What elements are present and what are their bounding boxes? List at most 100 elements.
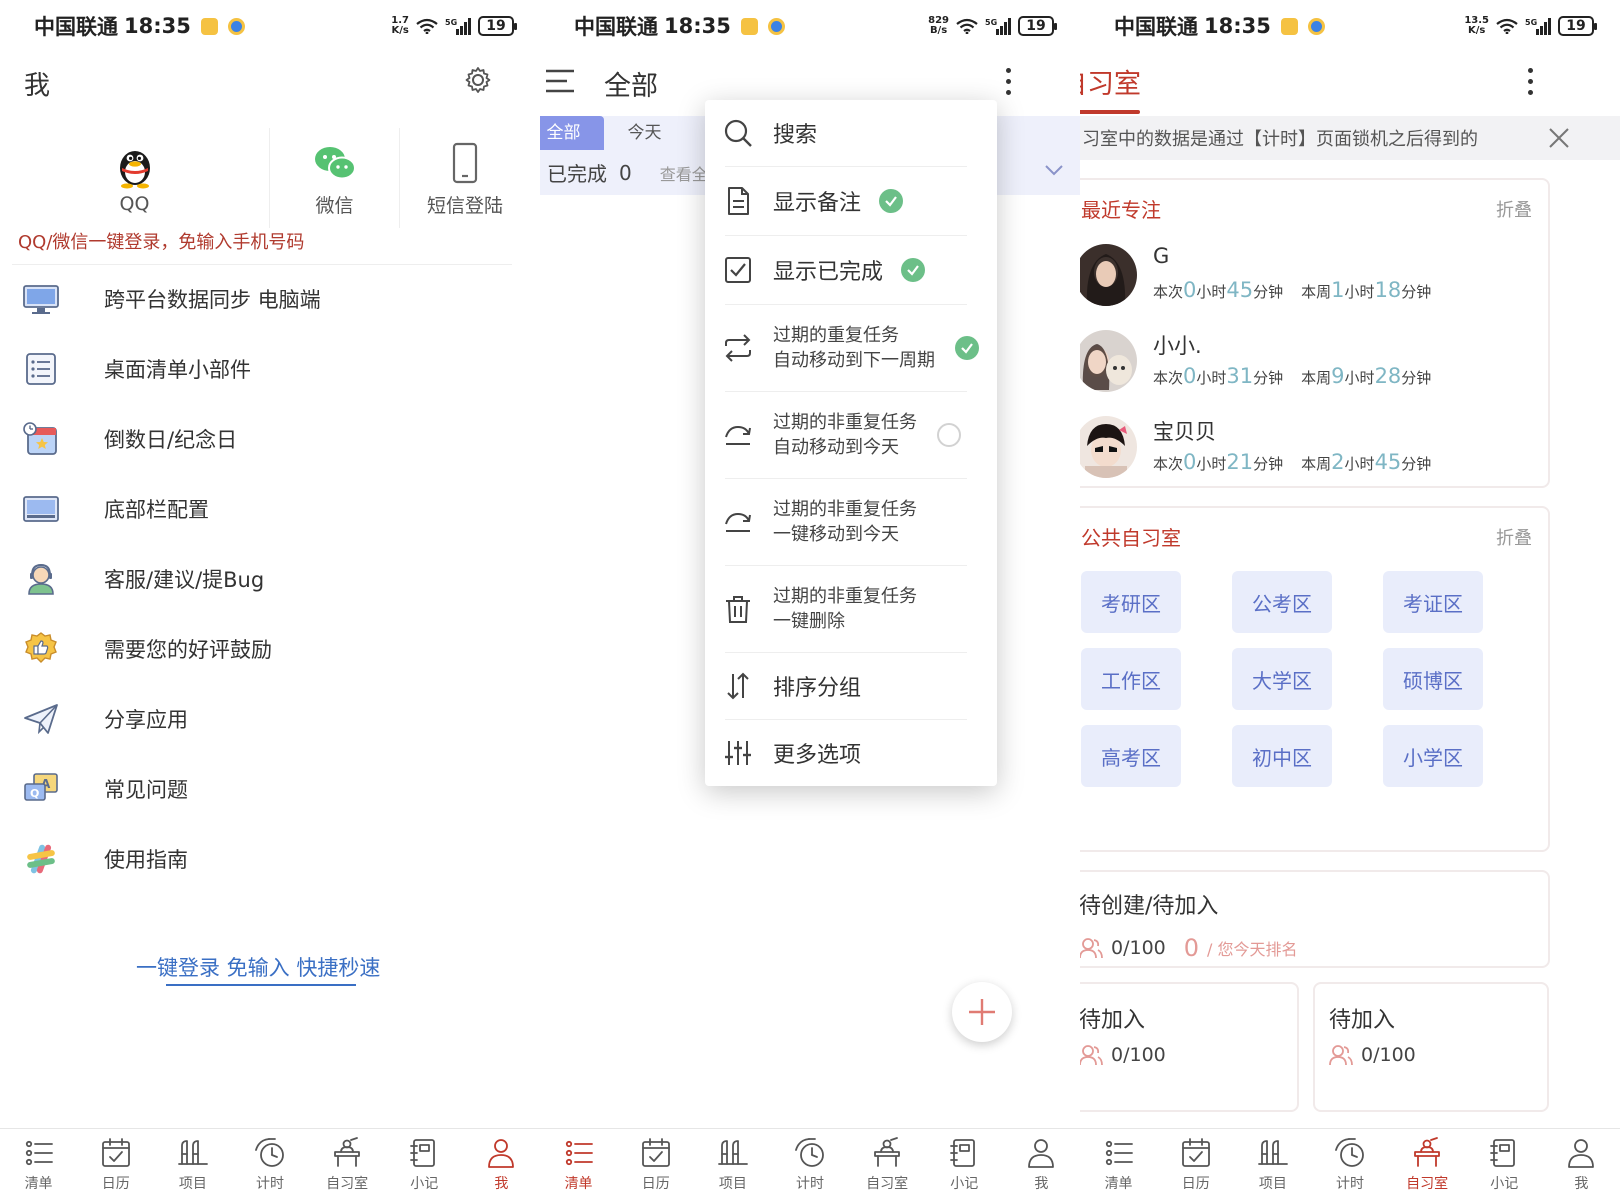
qq-login-button[interactable]: QQ (0, 128, 270, 228)
nav-item-3[interactable]: 计时 (771, 1129, 848, 1200)
tab-all[interactable]: 全部 (540, 116, 604, 150)
more-icon[interactable] (1528, 68, 1534, 101)
gear-icon[interactable] (464, 66, 492, 94)
menu-item-sync[interactable]: 跨平台数据同步 电脑端 (0, 264, 540, 334)
guide-icon (27, 844, 55, 874)
wifi-icon (416, 18, 438, 34)
nav-item-4[interactable]: 自习室 (1389, 1129, 1466, 1200)
plus-icon (969, 999, 995, 1025)
notice-banner: 自习室中的数据是通过【计时】页面锁机之后得到的 (1080, 116, 1620, 160)
nav-item-2[interactable]: 项目 (1234, 1129, 1311, 1200)
zone-button-graduate[interactable]: 硕博区 (1383, 648, 1483, 710)
unchecked-radio[interactable] (937, 423, 961, 447)
user-name: G (1153, 244, 1170, 268)
nav-item-3[interactable]: 计时 (1311, 1129, 1388, 1200)
nav-item-label: 计时 (1335, 1176, 1364, 1192)
room-title: 待加入 (1329, 1008, 1396, 1033)
card-title: 公共自习室 (1081, 526, 1181, 550)
nav-item-5[interactable]: 小记 (926, 1129, 1003, 1200)
dropdown-item-show-completed[interactable]: 显示已完成 (705, 236, 997, 304)
project-icon (177, 1140, 208, 1165)
menu-item-bottom-bar[interactable]: 底部栏配置 (0, 474, 540, 544)
zone-button-gaokao[interactable]: 高考区 (1081, 725, 1181, 787)
menu-item-share[interactable]: 分享应用 (0, 684, 540, 754)
list-icon (565, 1140, 593, 1166)
nav-item-6[interactable]: 我 (1003, 1129, 1080, 1200)
dropdown-item-search[interactable]: 搜索 (705, 100, 997, 166)
zone-button-kaoyan[interactable]: 考研区 (1081, 571, 1181, 633)
recent-focus-card: 最近专注 折叠 G 本次0小时45分钟 本周1小时18分钟 小小. 本次0小时31… (1080, 178, 1550, 488)
nav-item-0[interactable]: 清单 (0, 1129, 77, 1200)
dropdown-item-auto-move-today[interactable]: 过期的非重复任务 自动移动到今天 (705, 392, 997, 478)
nav-item-label: 自习室 (1406, 1176, 1449, 1192)
nav-item-6[interactable]: 我 (463, 1129, 540, 1200)
add-task-button[interactable] (952, 982, 1012, 1042)
nav-item-label: 清单 (24, 1176, 53, 1192)
more-icon[interactable] (1006, 68, 1012, 101)
network-speed: 13.5 K/s (1464, 15, 1489, 36)
zone-button-primary[interactable]: 小学区 (1383, 725, 1483, 787)
dropdown-item-delete-expired[interactable]: 过期的非重复任务 一键删除 (705, 566, 997, 652)
nav-item-4[interactable]: 自习室 (309, 1129, 386, 1200)
zone-button-kaozheng[interactable]: 考证区 (1383, 571, 1483, 633)
dropdown-item-repeat-next[interactable]: 过期的重复任务 自动移动到下一周期 (705, 305, 997, 391)
dropdown-item-move-today-once[interactable]: 过期的非重复任务 一键移动到今天 (705, 479, 997, 565)
menu-item-faq[interactable]: AQ 常见问题 (0, 754, 540, 824)
dropdown-item-sort-group[interactable]: 排序分组 (705, 653, 997, 719)
nav-item-label: 项目 (718, 1176, 747, 1192)
completed-label: 已完成 (547, 162, 607, 186)
room-card[interactable]: 待加入 0/100 (1080, 982, 1299, 1112)
user-name: 小小. (1153, 334, 1202, 358)
note-icon (728, 187, 749, 215)
room-members: 0/100 (1361, 1044, 1416, 1066)
nav-item-0[interactable]: 清单 (540, 1129, 617, 1200)
nav-item-4[interactable]: 自习室 (849, 1129, 926, 1200)
nav-item-6[interactable]: 我 (1543, 1129, 1620, 1200)
menu-item-support[interactable]: 客服/建议/提Bug (0, 544, 540, 614)
battery-icon: 19 (478, 16, 517, 36)
room-stats: 0/100 (1329, 1044, 1416, 1066)
svg-text:5G: 5G (985, 18, 997, 27)
fold-button[interactable]: 折叠 (1496, 524, 1532, 550)
chevron-down-icon[interactable] (1044, 163, 1064, 177)
list-item[interactable]: 小小. 本次0小时31分钟 本周9小时28分钟 (1080, 330, 1538, 410)
room-card[interactable]: 待加入 0/100 (1313, 982, 1549, 1112)
menu-item-countdown[interactable]: 倒数日/纪念日 (0, 404, 540, 474)
wechat-login-button[interactable]: 微信 (270, 128, 400, 228)
menu-item-guide[interactable]: 使用指南 (0, 824, 540, 894)
dropdown-item-show-notes[interactable]: 显示备注 (705, 167, 997, 235)
nav-item-1[interactable]: 日历 (77, 1129, 154, 1200)
list-item[interactable]: G 本次0小时45分钟 本周1小时18分钟 (1080, 244, 1538, 324)
menu-icon[interactable] (545, 68, 575, 94)
menu-item-rate[interactable]: 需要您的好评鼓励 (0, 614, 540, 684)
close-icon[interactable] (1548, 127, 1570, 149)
nav-item-3[interactable]: 计时 (231, 1129, 308, 1200)
fold-button[interactable]: 折叠 (1496, 196, 1532, 222)
nav-item-0[interactable]: 清单 (1080, 1129, 1157, 1200)
me-screen: 中国联通 18:35 1.7 K/s 5G 19 我 QQ 微信 短信登陆 QQ/… (0, 0, 540, 1200)
zone-button-work[interactable]: 工作区 (1081, 648, 1181, 710)
menu-item-widget[interactable]: 桌面清单小部件 (0, 334, 540, 404)
notebook-icon (950, 1139, 976, 1167)
page-title: 自习室 (1080, 69, 1141, 100)
paper-plane-icon (24, 704, 58, 735)
nav-item-2[interactable]: 项目 (154, 1129, 231, 1200)
nav-item-1[interactable]: 日历 (1157, 1129, 1234, 1200)
zone-button-college[interactable]: 大学区 (1232, 648, 1332, 710)
room-card[interactable]: 待创建/待加入 0/100 0 / 您今天排名 (1080, 870, 1550, 968)
view-all-link[interactable]: 查看全 (660, 161, 708, 185)
quick-login-link[interactable]: 一键登录 免输入 快捷秒速 (136, 952, 380, 982)
zone-button-gongkao[interactable]: 公考区 (1232, 571, 1332, 633)
list-item[interactable]: 宝贝贝 本次0小时21分钟 本周2小时45分钟 (1080, 416, 1538, 496)
nav-item-5[interactable]: 小记 (386, 1129, 463, 1200)
monitor-icon (23, 285, 59, 314)
dropdown-item-more-options[interactable]: 更多选项 (705, 720, 997, 786)
nav-item-1[interactable]: 日历 (617, 1129, 694, 1200)
nav-item-label: 计时 (795, 1176, 824, 1192)
sms-login-button[interactable]: 短信登陆 (400, 128, 530, 228)
checklist-widget-icon (26, 353, 56, 385)
zone-button-middle[interactable]: 初中区 (1232, 725, 1332, 787)
nav-item-2[interactable]: 项目 (694, 1129, 771, 1200)
tab-today[interactable]: 今天 (604, 116, 685, 150)
nav-item-5[interactable]: 小记 (1466, 1129, 1543, 1200)
